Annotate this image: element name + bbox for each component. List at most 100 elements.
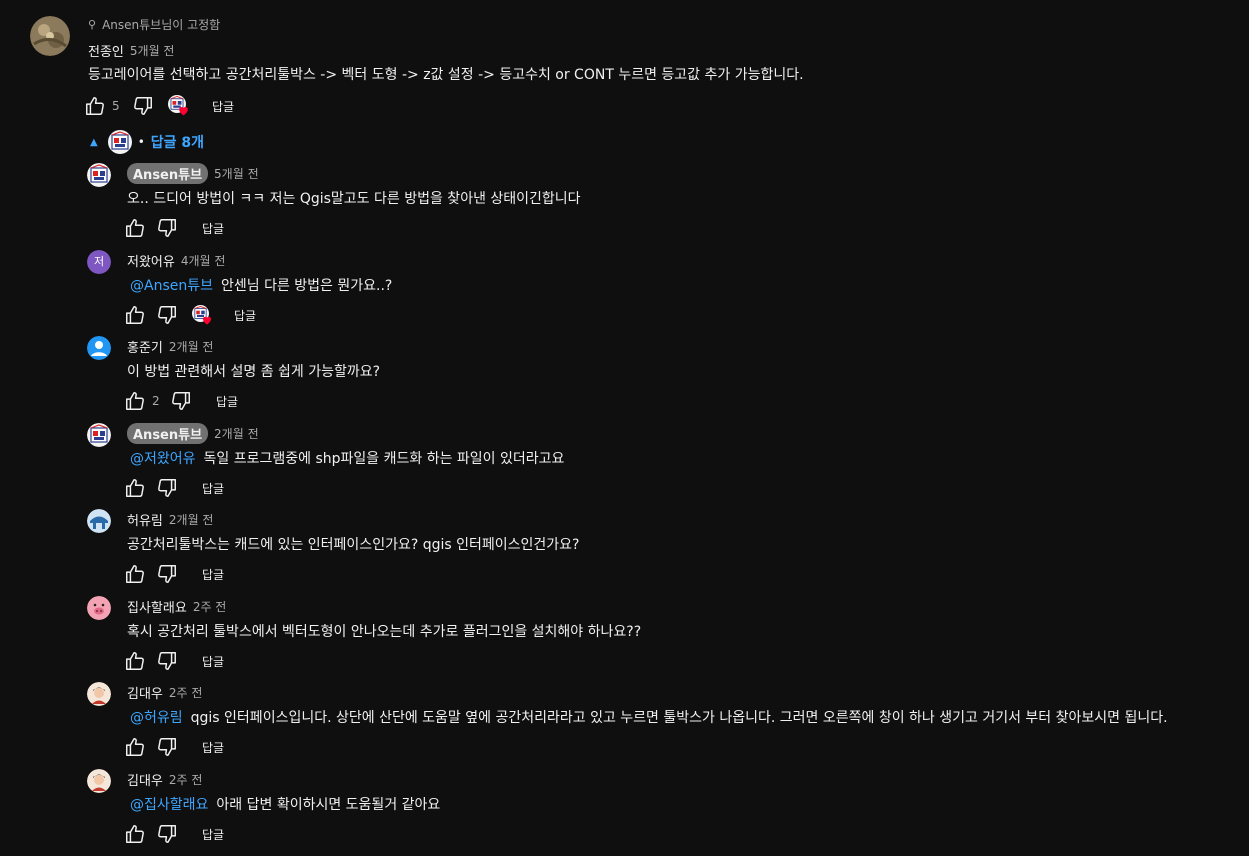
reply-actions: 답글: [124, 217, 224, 239]
reply-text: 공간처리툴박스는 캐드에 있는 인터페이스인가요? qgis 인터페이스인건가요…: [127, 534, 579, 554]
like-icon[interactable]: [124, 823, 146, 845]
reply-avatar[interactable]: [87, 509, 111, 533]
reply-time[interactable]: 2주 전: [193, 598, 227, 615]
reply-button[interactable]: 답글: [202, 220, 224, 237]
reply-text: 혹시 공간처리 툴박스에서 벡터도형이 안나오는데 추가로 플러그인을 설치해야…: [127, 621, 641, 641]
reply-actions: 답글: [124, 736, 224, 758]
reply-time[interactable]: 2주 전: [169, 684, 203, 701]
comment-time[interactable]: 5개월 전: [130, 42, 175, 59]
top-comment-header: 전종인 5개월 전: [88, 41, 174, 60]
dislike-icon[interactable]: [156, 563, 178, 585]
reply-button[interactable]: 답글: [212, 98, 234, 115]
like-icon[interactable]: [124, 736, 146, 758]
creator-heart-icon: [168, 95, 192, 117]
reply-item: Ansen튜브 2개월 전 @저왔어유 독일 프로그램중에 shp파일을 캐드화 하는…: [0, 420, 1249, 504]
reply-avatar[interactable]: [87, 163, 111, 187]
reply-button[interactable]: 답글: [202, 826, 224, 843]
dislike-icon[interactable]: [132, 95, 154, 117]
replies-toggle[interactable]: ▲ • 답글 8개: [90, 128, 204, 156]
reply-author[interactable]: 김대우: [127, 683, 163, 702]
reply-button[interactable]: 답글: [234, 307, 256, 324]
creator-avatar-icon: [108, 130, 132, 154]
dislike-icon[interactable]: [156, 304, 178, 326]
reply-button[interactable]: 답글: [216, 393, 238, 410]
comment-author[interactable]: 전종인: [88, 41, 124, 60]
reply-header: 홍준기 2개월 전: [127, 337, 214, 356]
reply-author[interactable]: 허유림: [127, 510, 163, 529]
reply-text: @집사할래요 아래 답변 확이하시면 도움될거 같아요: [130, 794, 440, 814]
top-comment-actions: 5 답글: [84, 94, 234, 118]
reply-avatar[interactable]: [87, 596, 111, 620]
dislike-icon[interactable]: [156, 736, 178, 758]
mention-link[interactable]: @Ansen튜브: [130, 278, 213, 294]
reply-text: 이 방법 관련해서 설명 좀 쉽게 가능할까요?: [127, 361, 380, 381]
like-icon[interactable]: [124, 477, 146, 499]
reply-item: 저 저왔어유 4개월 전 @Ansen튜브 안센님 다른 방법은 뭔가요..? 답글: [0, 247, 1249, 331]
reply-author[interactable]: 저왔어유: [127, 251, 175, 270]
pinned-label-row: ⚲ Ansen튜브님이 고정함: [88, 16, 220, 33]
reply-author[interactable]: 집사할래요: [127, 597, 187, 616]
like-icon[interactable]: [124, 650, 146, 672]
reply-header: 김대우 2주 전: [127, 770, 203, 789]
reply-actions: 답글: [124, 304, 256, 326]
mention-link[interactable]: @허유림: [130, 710, 183, 726]
reply-avatar[interactable]: 저: [87, 250, 111, 274]
top-comment-avatar[interactable]: [30, 16, 70, 56]
creator-name-badge[interactable]: Ansen튜브: [127, 422, 209, 444]
reply-time[interactable]: 5개월 전: [214, 165, 259, 182]
reply-item: 김대우 2주 전 @집사할래요 아래 답변 확이하시면 도움될거 같아요답글: [0, 766, 1249, 850]
reply-avatar[interactable]: [87, 423, 111, 447]
reply-body: 안센님 다른 방법은 뭔가요..?: [221, 278, 393, 294]
like-count: 5: [112, 99, 120, 113]
mention-link[interactable]: @저왔어유: [130, 451, 196, 467]
dislike-icon[interactable]: [156, 650, 178, 672]
replies-count-label: 답글 8개: [150, 135, 205, 151]
mention-link[interactable]: @집사할래요: [130, 797, 208, 813]
creator-name-badge[interactable]: Ansen튜브: [127, 162, 209, 184]
like-icon[interactable]: [124, 563, 146, 585]
reply-author[interactable]: 홍준기: [127, 337, 163, 356]
reply-time[interactable]: 2주 전: [169, 771, 203, 788]
pinned-label: Ansen튜브님이 고정함: [102, 18, 221, 32]
dislike-icon[interactable]: [156, 477, 178, 499]
top-comment-text: 등고레이어를 선택하고 공간처리툴박스 -> 벡터 도형 -> z값 설정 ->…: [88, 67, 804, 83]
like-icon[interactable]: [84, 95, 106, 117]
reply-avatar[interactable]: [87, 682, 111, 706]
reply-time[interactable]: 2개월 전: [214, 425, 259, 442]
reply-time[interactable]: 2개월 전: [169, 338, 214, 355]
like-icon[interactable]: [124, 217, 146, 239]
reply-time[interactable]: 2개월 전: [169, 511, 214, 528]
reply-author[interactable]: 김대우: [127, 770, 163, 789]
reply-actions: 답글: [124, 563, 224, 585]
pin-icon: ⚲: [88, 18, 97, 31]
dislike-icon[interactable]: [156, 823, 178, 845]
reply-header: Ansen튜브 2개월 전: [127, 422, 259, 444]
chevron-up-icon: ▲: [90, 136, 98, 148]
reply-time[interactable]: 4개월 전: [181, 252, 226, 269]
reply-avatar[interactable]: [87, 336, 111, 360]
dislike-icon[interactable]: [170, 390, 192, 412]
dislike-icon[interactable]: [156, 217, 178, 239]
reply-actions: 2 답글: [124, 390, 238, 412]
reply-body: 혹시 공간처리 툴박스에서 벡터도형이 안나오는데 추가로 플러그인을 설치해야…: [127, 624, 642, 640]
reply-avatar[interactable]: [87, 769, 111, 793]
reply-text: @Ansen튜브 안센님 다른 방법은 뭔가요..?: [130, 275, 392, 295]
reply-button[interactable]: 답글: [202, 566, 224, 583]
reply-header: 저왔어유 4개월 전: [127, 251, 226, 270]
reply-button[interactable]: 답글: [202, 653, 224, 670]
reply-button[interactable]: 답글: [202, 480, 224, 497]
reply-body: 이 방법 관련해서 설명 좀 쉽게 가능할까요?: [127, 364, 381, 380]
reply-item: Ansen튜브 5개월 전오.. 드디어 방법이 ㅋㅋ 저는 Qgis말고도 다른…: [0, 160, 1249, 244]
like-icon[interactable]: [124, 390, 146, 412]
reply-actions: 답글: [124, 477, 224, 499]
reply-button[interactable]: 답글: [202, 739, 224, 756]
like-icon[interactable]: [124, 304, 146, 326]
toggle-separator: •: [137, 135, 145, 149]
creator-heart-icon: [192, 304, 216, 326]
reply-item: 집사할래요 2주 전혹시 공간처리 툴박스에서 벡터도형이 안나오는데 추가로 플…: [0, 593, 1249, 677]
reply-header: 허유림 2개월 전: [127, 510, 214, 529]
reply-body: 아래 답변 확이하시면 도움될거 같아요: [216, 797, 441, 813]
reply-text: 오.. 드디어 방법이 ㅋㅋ 저는 Qgis말고도 다른 방법을 찾아낸 상태이…: [127, 188, 581, 208]
reply-text: @허유림 qgis 인터페이스입니다. 상단에 산단에 도움말 옆에 공간처리라라…: [130, 707, 1168, 727]
reply-header: Ansen튜브 5개월 전: [127, 162, 259, 184]
